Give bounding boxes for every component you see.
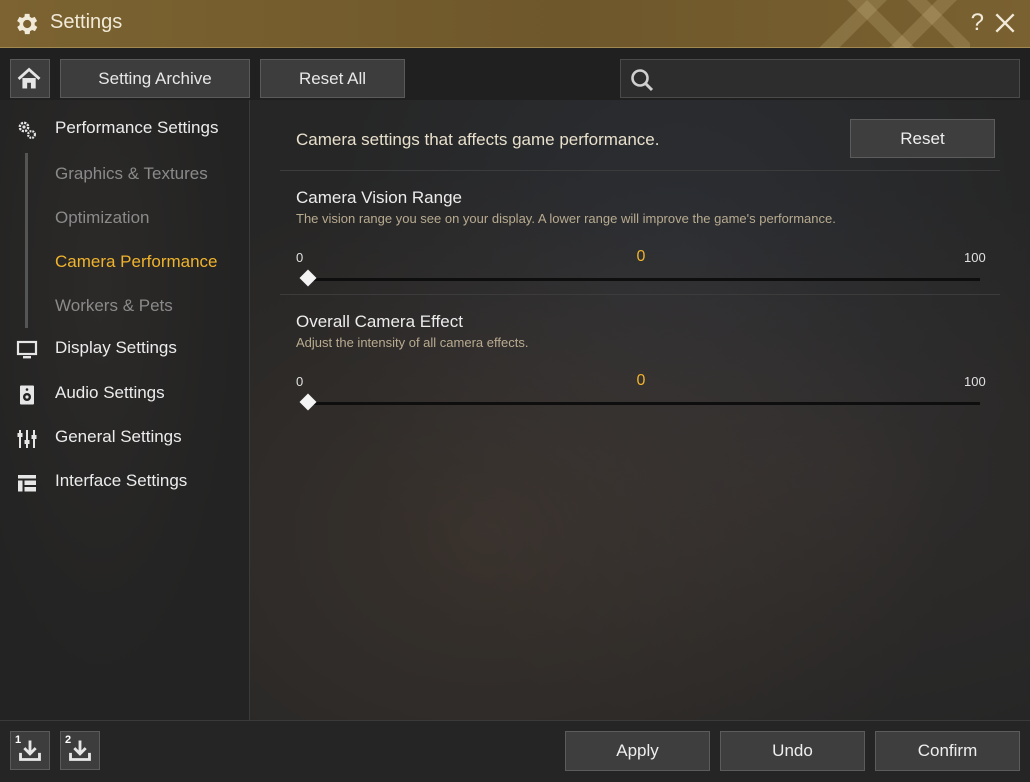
sidebar-item-general[interactable]: General Settings: [0, 420, 248, 456]
overall-camera-effect-slider[interactable]: [299, 393, 980, 411]
reset-button[interactable]: Reset: [850, 119, 995, 158]
sidebar-item-audio[interactable]: Audio Settings: [0, 376, 248, 412]
monitor-icon: [16, 340, 38, 359]
setting-title: Overall Camera Effect: [296, 312, 463, 331]
setting-description: The vision range you see on your display…: [296, 211, 836, 226]
range-max-label: 100: [964, 250, 986, 265]
home-button[interactable]: [10, 59, 50, 98]
home-icon: [17, 67, 41, 89]
setting-archive-button[interactable]: Setting Archive: [60, 59, 250, 98]
preset-number: 2: [65, 734, 72, 746]
sidebar-item-display[interactable]: Display Settings: [0, 331, 248, 367]
sidebar-subitem-camera-performance[interactable]: Camera Performance: [55, 252, 218, 272]
divider: [280, 170, 1000, 171]
apply-button[interactable]: Apply: [565, 731, 710, 771]
preset-number: 1: [15, 734, 22, 746]
range-min-label: 0: [296, 374, 304, 389]
setting-title: Camera Vision Range: [296, 188, 462, 207]
section-description: Camera settings that affects game perfor…: [296, 130, 660, 149]
sidebar-item-interface[interactable]: Interface Settings: [0, 464, 248, 500]
title-decoration: [800, 0, 970, 48]
range-value-label: 0: [636, 248, 646, 265]
layout-icon: [18, 475, 36, 492]
gear-icon: [17, 13, 38, 35]
sidebar-item-performance[interactable]: Performance Settings: [0, 111, 248, 147]
confirm-button[interactable]: Confirm: [875, 731, 1020, 771]
settings-window: Settings ? Setting Archive Reset All Per…: [0, 0, 1030, 782]
gears-icon: [18, 121, 37, 140]
sidebar-item-label: Performance Settings: [55, 118, 219, 137]
sidebar-item-label: Display Settings: [55, 338, 177, 357]
range-value-label: 0: [636, 372, 646, 389]
save-preset-2-button[interactable]: 2: [60, 731, 100, 770]
search-input[interactable]: [661, 60, 1011, 97]
help-button[interactable]: ?: [971, 9, 984, 37]
sidebar-subitem-workers-pets[interactable]: Workers & Pets: [55, 296, 173, 316]
sliders-icon: [17, 430, 37, 448]
sidebar-subitem-graphics-textures[interactable]: Graphics & Textures: [55, 164, 208, 184]
camera-vision-range-slider[interactable]: [299, 269, 980, 287]
sidebar-item-label: General Settings: [55, 427, 182, 446]
setting-description: Adjust the intensity of all camera effec…: [296, 335, 529, 350]
reset-all-button[interactable]: Reset All: [260, 59, 405, 98]
search-icon: [631, 69, 654, 92]
title-bar[interactable]: Settings ?: [0, 0, 1030, 48]
sidebar-subitem-optimization[interactable]: Optimization: [55, 208, 149, 228]
range-min-label: 0: [296, 250, 304, 265]
save-preset-1-button[interactable]: 1: [10, 731, 50, 770]
speaker-icon: [20, 385, 34, 405]
sidebar-item-label: Audio Settings: [55, 383, 165, 402]
window-title: Settings: [50, 11, 123, 33]
sidebar-item-label: Interface Settings: [55, 471, 188, 490]
submenu-line: [25, 153, 28, 328]
search-box[interactable]: [620, 59, 1020, 98]
range-max-label: 100: [964, 374, 986, 389]
undo-button[interactable]: Undo: [720, 731, 865, 771]
divider: [280, 294, 1000, 295]
close-icon[interactable]: [992, 10, 1018, 36]
